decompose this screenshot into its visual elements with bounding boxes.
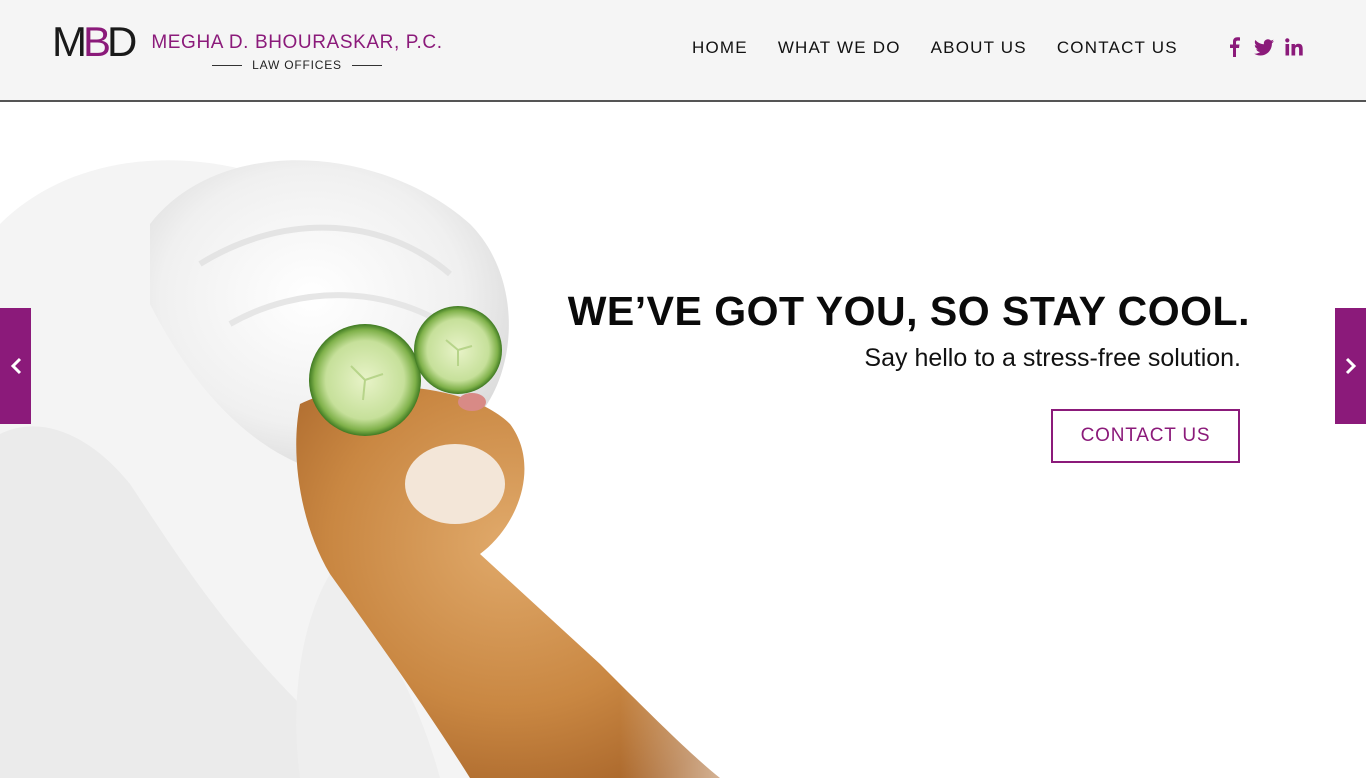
firm-name: MEGHA D. BHOURASKAR, P.C.	[151, 32, 443, 53]
logo-rule-left	[212, 64, 243, 66]
twitter-icon[interactable]	[1254, 36, 1274, 58]
logo-rule-right	[351, 64, 382, 66]
site-header: MBD MEGHA D. BHOURASKAR, P.C. LAW OFFICE…	[0, 0, 1366, 102]
hero-headline: WE’VE GOT YOU, SO STAY COOL.	[567, 288, 1250, 334]
logo-monogram: MBD	[52, 21, 137, 63]
contact-us-button[interactable]: CONTACT US	[1051, 409, 1240, 463]
facebook-icon[interactable]	[1224, 36, 1244, 58]
logo-tagline: LAW OFFICES	[252, 58, 342, 72]
linkedin-icon[interactable]	[1284, 36, 1304, 58]
nav-contact-us[interactable]: CONTACT US	[1057, 38, 1178, 58]
logo-subline: LAW OFFICES	[212, 58, 382, 72]
slider-prev-button[interactable]	[0, 308, 31, 424]
social-links	[1224, 36, 1314, 58]
hero-slider: WE’VE GOT YOU, SO STAY COOL. Say hello t…	[0, 104, 1366, 778]
monogram-b: B	[83, 18, 111, 65]
nav-what-we-do[interactable]: WHAT WE DO	[778, 38, 901, 58]
nav-home[interactable]: HOME	[692, 38, 748, 58]
slider-next-button[interactable]	[1335, 308, 1366, 424]
chevron-right-icon	[1345, 357, 1356, 375]
site-logo[interactable]: MBD MEGHA D. BHOURASKAR, P.C. LAW OFFICE…	[52, 21, 443, 73]
main-nav: HOME WHAT WE DO ABOUT US CONTACT US	[692, 38, 1208, 58]
hero-image-cat-spa	[0, 104, 820, 778]
hero-subheadline: Say hello to a stress-free solution.	[864, 344, 1241, 372]
nav-about-us[interactable]: ABOUT US	[931, 38, 1027, 58]
monogram-d: D	[107, 18, 137, 65]
chevron-left-icon	[10, 357, 21, 375]
logo-text: MEGHA D. BHOURASKAR, P.C. LAW OFFICES	[151, 32, 442, 72]
monogram-m: M	[52, 18, 87, 65]
